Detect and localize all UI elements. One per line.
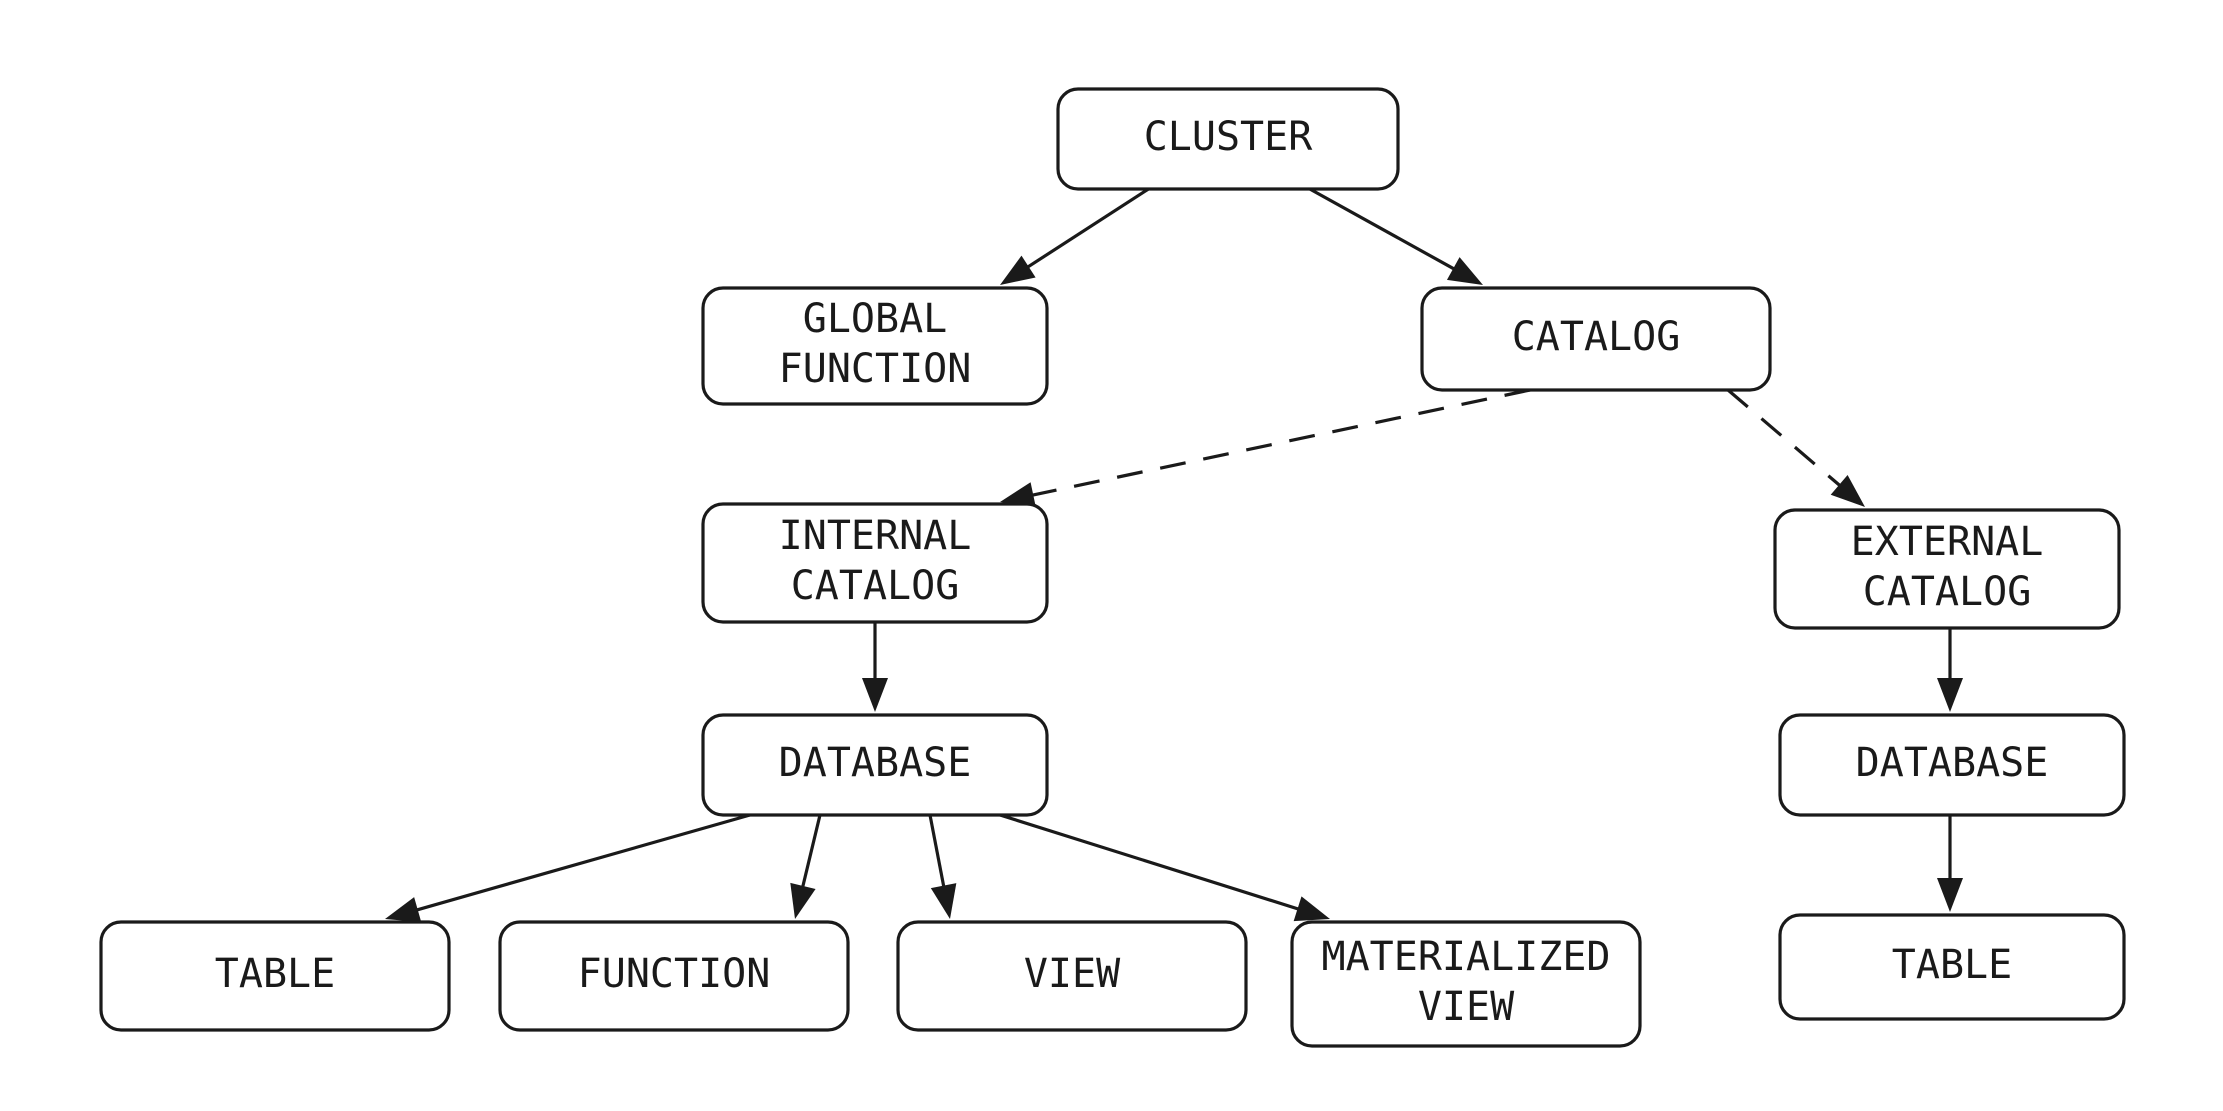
edge-line <box>1726 388 1844 489</box>
node-database-external[interactable]: DATABASE <box>1778 713 2126 817</box>
edge-database-to-table <box>385 813 751 923</box>
edge-line <box>928 814 946 890</box>
edge-catalog-to-internal-catalog <box>1000 388 1531 508</box>
node-label: FUNCTION <box>578 951 771 997</box>
node-view[interactable]: VIEW <box>896 920 1248 1032</box>
edge-line <box>1307 186 1458 272</box>
node-label: TABLE <box>215 951 335 997</box>
node-label: DATABASE <box>1856 740 2049 786</box>
node-internal-catalog[interactable]: INTERNALCATALOG <box>701 502 1049 624</box>
arrow-head-icon <box>1000 255 1036 285</box>
edge-cluster-to-catalog <box>1307 186 1483 285</box>
node-label: EXTERNAL <box>1851 519 2044 565</box>
node-label: INTERNAL <box>779 513 972 559</box>
edge-line <box>1029 388 1531 498</box>
node-external-catalog[interactable]: EXTERNALCATALOG <box>1773 508 2121 630</box>
edge-database-to-view <box>928 814 957 919</box>
edge-external-catalog-to-database <box>1937 628 1963 712</box>
arrow-head-icon <box>790 882 816 919</box>
node-table-external[interactable]: TABLE <box>1778 913 2126 1021</box>
node-function[interactable]: FUNCTION <box>498 920 850 1032</box>
arrow-head-icon <box>385 897 422 923</box>
node-catalog[interactable]: CATALOG <box>1420 286 1772 392</box>
edge-line <box>800 814 822 891</box>
arrow-head-icon <box>1293 896 1330 922</box>
node-label: VIEW <box>1418 984 1515 1030</box>
edge-database-external-to-table <box>1937 815 1963 912</box>
node-label: VIEW <box>1024 951 1121 997</box>
node-database-internal[interactable]: DATABASE <box>701 713 1049 817</box>
node-label: TABLE <box>1892 942 2012 988</box>
nodes-layer: CLUSTERGLOBALFUNCTIONCATALOGINTERNALCATA… <box>99 87 2126 1048</box>
edge-line <box>413 813 751 913</box>
hierarchy-diagram: CLUSTERGLOBALFUNCTIONCATALOGINTERNALCATA… <box>99 87 2126 1048</box>
edge-cluster-to-global-function <box>1000 186 1151 285</box>
arrow-head-icon <box>1937 678 1963 712</box>
edge-internal-catalog-to-database <box>862 622 888 712</box>
arrow-head-icon <box>1446 257 1483 285</box>
node-label: CLUSTER <box>1144 114 1313 160</box>
arrow-head-icon <box>930 883 957 919</box>
edge-line <box>999 813 1302 912</box>
edge-database-to-function <box>790 814 822 919</box>
node-label: DATABASE <box>779 740 972 786</box>
node-global-function[interactable]: GLOBALFUNCTION <box>701 286 1049 406</box>
diagram-canvas: CLUSTER GLOBAL FUNCTION CATALOG INTERNAL CATA… <box>0 0 2223 1111</box>
node-label: FUNCTION <box>779 346 972 392</box>
edge-database-to-materialized-view <box>999 813 1330 922</box>
node-label: MATERIALIZED <box>1322 934 1611 980</box>
edge-line <box>1024 186 1151 271</box>
node-label: CATALOG <box>1512 314 1681 360</box>
arrow-head-icon <box>1830 475 1865 507</box>
node-cluster[interactable]: CLUSTER <box>1056 87 1400 191</box>
arrow-head-icon <box>862 678 888 712</box>
edge-catalog-to-external-catalog <box>1726 388 1865 507</box>
node-label: CATALOG <box>1863 569 2032 615</box>
node-materialized-view[interactable]: MATERIALIZEDVIEW <box>1290 920 1642 1048</box>
arrow-head-icon <box>1937 878 1963 912</box>
node-label: CATALOG <box>791 563 960 609</box>
node-label: GLOBAL <box>803 296 948 342</box>
node-table-internal[interactable]: TABLE <box>99 920 451 1032</box>
